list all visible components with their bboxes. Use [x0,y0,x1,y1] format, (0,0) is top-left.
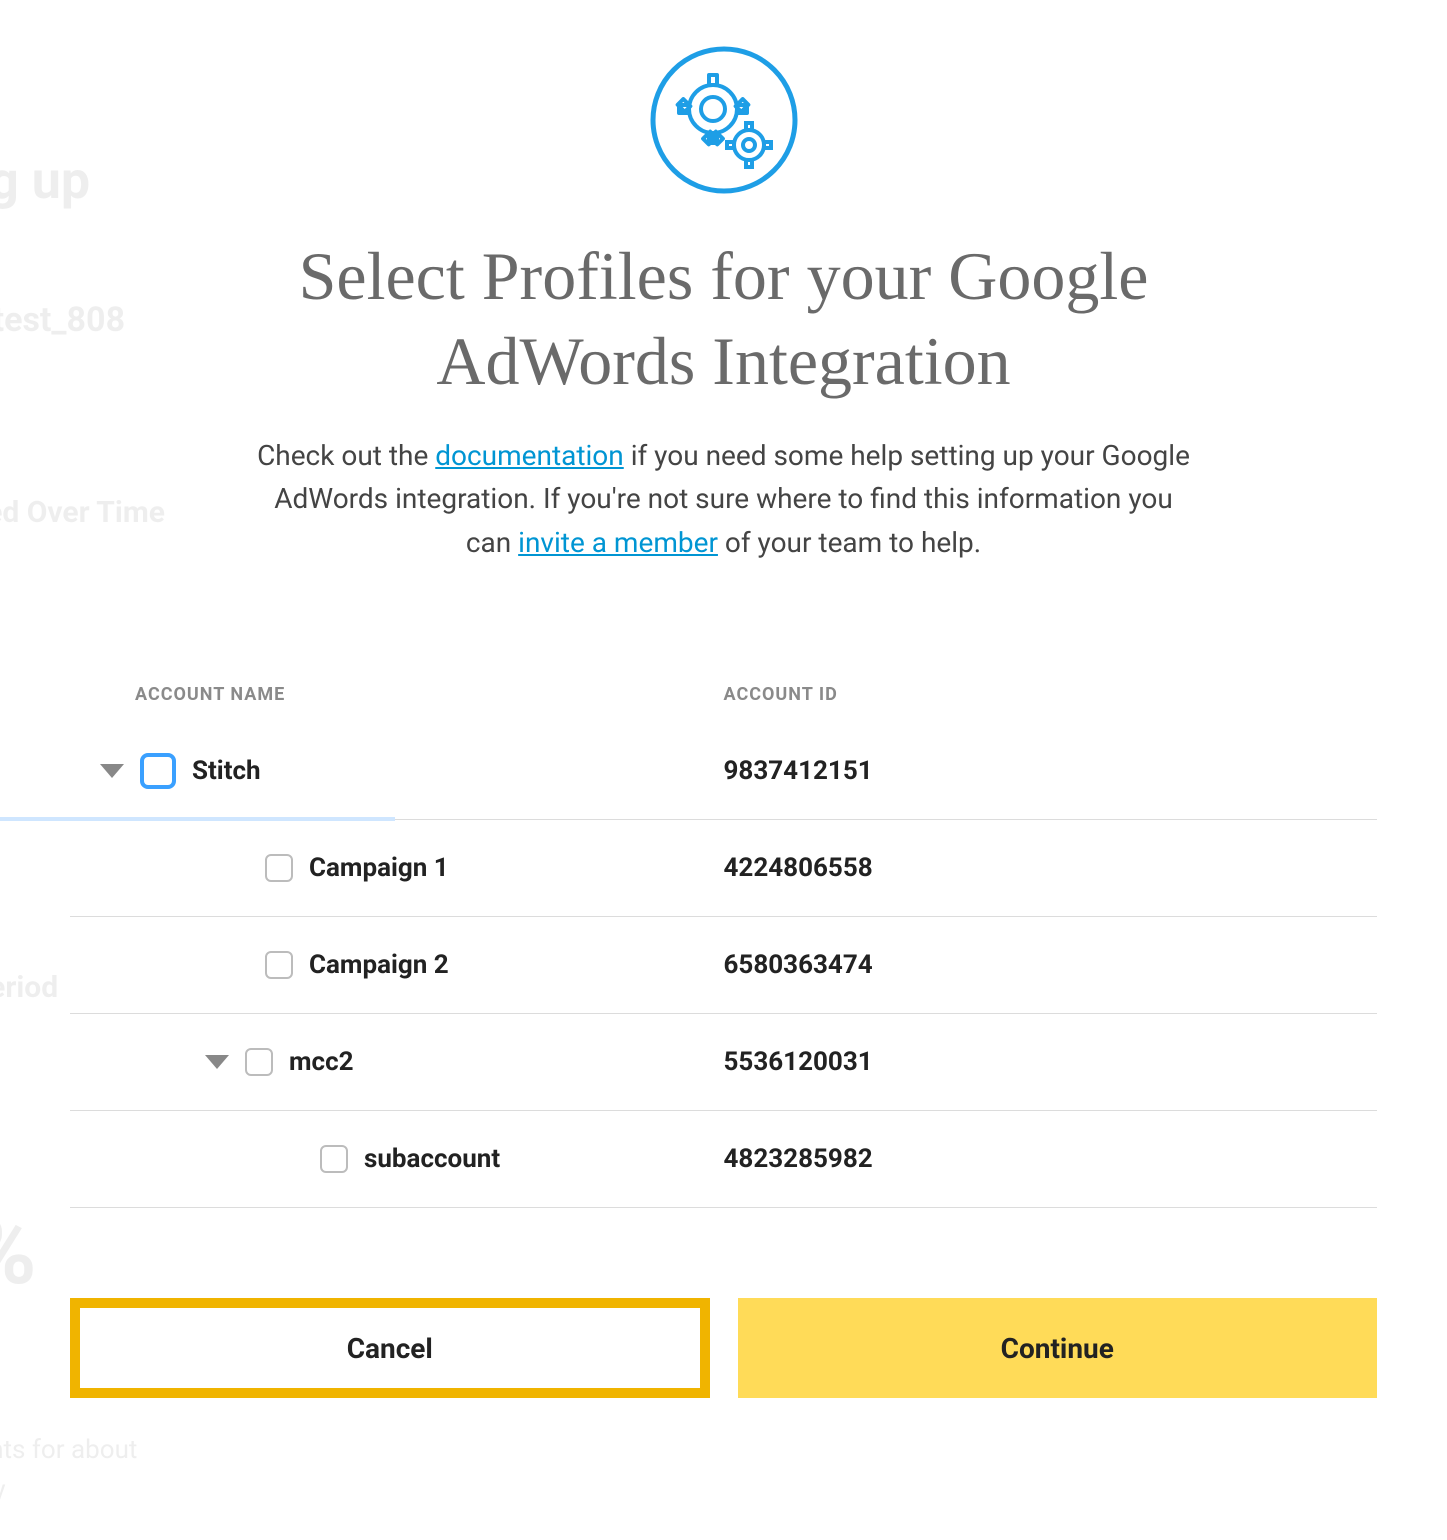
account-checkbox[interactable] [265,951,293,979]
accounts-table: ACCOUNT NAME ACCOUNT ID Stitch 983741215… [70,684,1377,1208]
account-id: 4224806558 [724,853,1378,883]
account-row: subaccount 4823285982 [70,1111,1377,1208]
account-id: 5536120031 [724,1047,1378,1077]
account-name: Stitch [192,756,261,786]
account-row: Campaign 1 4224806558 [70,820,1377,917]
account-id: 4823285982 [724,1144,1378,1174]
account-row: Stitch 9837412151 [70,723,1377,820]
modal-title: Select Profiles for your Google AdWords … [174,234,1274,404]
account-checkbox[interactable] [265,854,293,882]
modal-footer: Cancel Continue [70,1298,1377,1398]
column-account-name: ACCOUNT NAME [70,684,724,705]
chevron-down-icon[interactable] [100,764,124,778]
account-id: 6580363474 [724,950,1378,980]
continue-button[interactable]: Continue [738,1298,1378,1398]
account-name: subaccount [364,1144,500,1174]
account-name: Campaign 2 [309,950,449,980]
table-header: ACCOUNT NAME ACCOUNT ID [70,684,1377,723]
account-checkbox[interactable] [245,1048,273,1076]
account-name: Campaign 1 [309,853,449,883]
modal-subtitle: Check out the documentation if you need … [254,434,1194,564]
documentation-link[interactable]: documentation [435,439,624,472]
column-account-id: ACCOUNT ID [724,684,1378,705]
account-row: Campaign 2 6580363474 [70,917,1377,1014]
account-checkbox[interactable] [140,753,176,789]
gears-icon [649,45,799,199]
account-checkbox[interactable] [320,1145,348,1173]
account-row: mcc2 5536120031 [70,1014,1377,1111]
invite-member-link[interactable]: invite a member [518,526,718,559]
subtitle-text: Check out the [257,439,435,472]
account-name: mcc2 [289,1047,354,1077]
profile-select-modal: Select Profiles for your Google AdWords … [0,0,1447,1518]
subtitle-text: of your team to help. [718,526,981,559]
chevron-down-icon[interactable] [205,1055,229,1069]
cancel-button[interactable]: Cancel [70,1298,710,1398]
account-id: 9837412151 [724,756,1378,786]
